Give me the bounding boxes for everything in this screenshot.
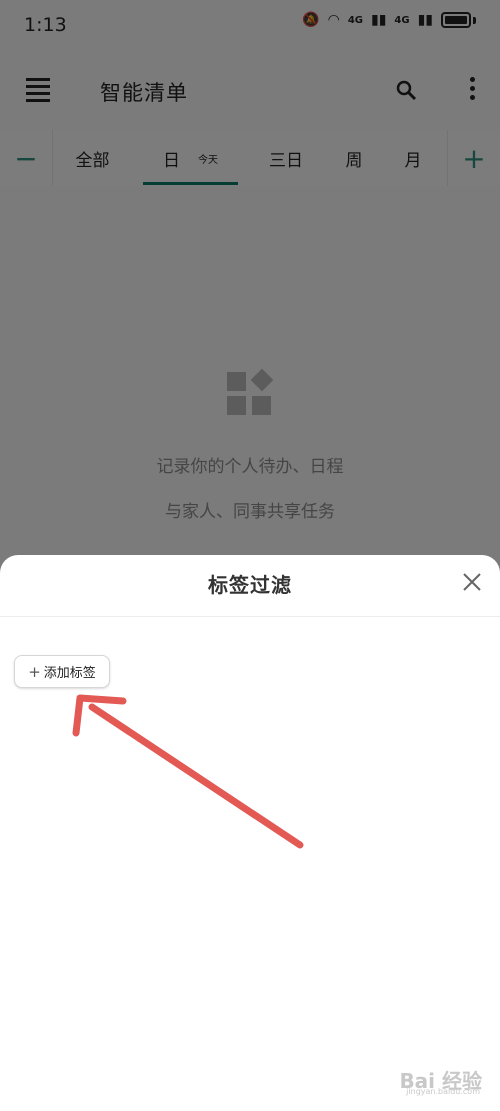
close-icon[interactable] (461, 571, 483, 593)
add-tag-button[interactable]: + 添加标签 (14, 655, 110, 688)
baidu-watermark: Bai 经验 jingyan.baidu.com (386, 1065, 482, 1096)
add-tag-label: 添加标签 (43, 666, 96, 681)
sheet-title: 标签过滤 (208, 573, 292, 597)
watermark-url: jingyan.baidu.com (406, 1087, 480, 1096)
sheet-divider (0, 616, 500, 617)
plus-icon: + (28, 662, 41, 681)
annotation-arrow (72, 694, 304, 849)
